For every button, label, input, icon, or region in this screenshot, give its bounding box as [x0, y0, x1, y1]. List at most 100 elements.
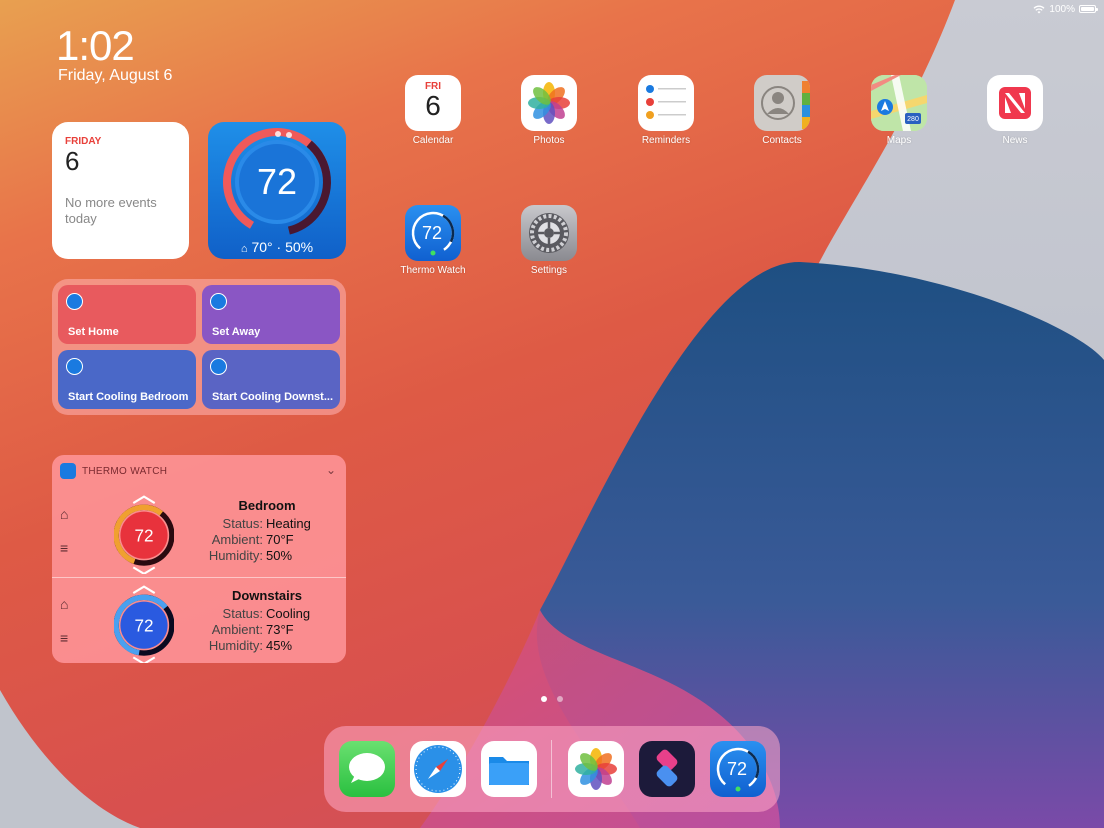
dock-messages[interactable] [339, 741, 395, 797]
bedroom-dial[interactable]: 72 [114, 490, 174, 574]
app-label: Maps [886, 135, 912, 146]
clock: 1:02 [56, 22, 135, 69]
room-row-downstairs[interactable]: ⌂ ≡ 72 Downstairs Status: Cooling Ambient… [52, 577, 346, 663]
app-maps[interactable]: 280 Maps [859, 75, 939, 146]
calendar-widget-note: No more events today [65, 195, 157, 226]
app-settings[interactable]: Settings [509, 205, 589, 276]
shortcut-set-away[interactable]: Set Away [202, 285, 340, 344]
thermo-watch-icon: 72 [405, 205, 461, 261]
downstairs-info: Downstairs Status: Cooling Ambient: 73°F H… [192, 588, 342, 654]
ambient-label: Ambient: [211, 532, 263, 547]
news-icon [987, 75, 1043, 131]
widget-title: THERMO WATCH [82, 465, 168, 477]
thermo-widget-footer: ⌂ 70° · 50% [208, 239, 346, 255]
room-name: Bedroom [238, 498, 296, 513]
thermo-icon-temp: 72 [422, 223, 442, 243]
separator: · [276, 239, 282, 255]
folder-icon [489, 757, 529, 785]
chevron-down-icon[interactable]: ⌄ [326, 463, 336, 477]
humidity-label: Humidity: [208, 638, 263, 653]
app-news[interactable]: News [975, 75, 1055, 146]
calendar-widget[interactable]: FRIDAY 6 No more events today [52, 122, 189, 259]
shortcuts-widget: Set Home Set Away Start Cooling Bedroom … [52, 279, 346, 415]
thermo-watch-icon [66, 358, 83, 375]
status-value: Cooling [266, 606, 311, 621]
home-icon[interactable]: ⌂ [60, 506, 68, 522]
humidity-value: 50% [266, 548, 293, 563]
app-thermo-watch[interactable]: 72 Thermo Watch [393, 205, 473, 276]
status-label: Status: [222, 606, 263, 621]
battery-percentage: 100% [1049, 3, 1075, 15]
app-calendar[interactable]: FRI 6 Calendar [393, 75, 473, 146]
thermo-watch-widget[interactable]: 72 ⌂ 70° · 50% [208, 122, 346, 259]
app-label: Contacts [762, 135, 802, 146]
room-name: Downstairs [231, 588, 303, 603]
gear-icon [521, 205, 577, 261]
layers-icon[interactable]: ≡ [60, 630, 68, 646]
dock-separator [551, 740, 552, 798]
app-reminders[interactable]: Reminders [626, 75, 706, 146]
calendar-widget-date: 6 [65, 146, 80, 176]
app-contacts[interactable]: Contacts [742, 75, 822, 146]
layers-icon[interactable]: ≡ [60, 540, 68, 556]
shortcuts-icon [656, 749, 678, 787]
photos-icon [521, 75, 577, 131]
page-dot[interactable] [557, 696, 563, 702]
battery-icon [1079, 5, 1098, 13]
shortcut-start-cooling-bedroom[interactable]: Start Cooling Bedroom [58, 350, 196, 409]
safari-icon [414, 745, 462, 793]
shortcut-label: Set Home [68, 326, 119, 338]
ambient-value: 73°F [266, 622, 294, 637]
thermo-watch-icon [210, 293, 227, 310]
home-icon: ⌂ [240, 243, 248, 255]
app-label: Settings [530, 265, 568, 276]
calendar-icon-date: 6 [425, 90, 441, 121]
status-label: Status: [222, 516, 263, 531]
page-indicator[interactable] [541, 696, 563, 702]
thermo-watch-icon [60, 463, 76, 479]
dock-files[interactable] [481, 741, 537, 797]
calendar-icon: FRI 6 [405, 75, 461, 131]
page-dot[interactable] [541, 696, 547, 702]
app-photos[interactable]: Photos [509, 75, 589, 146]
dock-shortcuts[interactable] [639, 741, 695, 797]
calendar-widget-day: FRIDAY [65, 136, 102, 147]
humidity-value: 45% [266, 638, 293, 653]
dock-safari[interactable] [410, 741, 466, 797]
thermo-watch-icon: 72 [716, 747, 760, 792]
maps-route-badge: 280 [907, 116, 919, 123]
shortcut-label: Start Cooling Downst... [212, 391, 333, 403]
bedroom-info: Bedroom Status: Heating Ambient: 70°F Humi… [192, 498, 342, 564]
shortcut-start-cooling-downstairs[interactable]: Start Cooling Downst... [202, 350, 340, 409]
ambient-label: Ambient: [211, 622, 263, 637]
maps-icon: 280 [871, 75, 927, 131]
dock-photos[interactable] [568, 741, 624, 797]
home-icon[interactable]: ⌂ [60, 596, 68, 612]
shortcut-label: Set Away [212, 326, 261, 338]
downstairs-dial[interactable]: 72 [114, 580, 174, 663]
messages-icon [349, 753, 385, 783]
thermostat-dial: 72 [223, 128, 331, 236]
date: Friday, August 6 [58, 67, 173, 84]
status-value: Heating [266, 516, 311, 531]
wifi-icon [1033, 5, 1045, 13]
widget-header: THERMO WATCH [60, 463, 167, 479]
dock: 72 [324, 726, 780, 812]
app-label: Calendar [412, 135, 454, 146]
ambient-value: 70°F [266, 532, 294, 547]
app-label: Reminders [641, 135, 691, 146]
app-label: Photos [533, 135, 565, 146]
downstairs-temp: 72 [134, 616, 153, 636]
humidity-label: Humidity: [208, 548, 263, 563]
shortcut-label: Start Cooling Bedroom [68, 391, 189, 403]
contacts-icon [754, 75, 810, 131]
thermo-watch-icon [210, 358, 227, 375]
thermo-watch-large-widget: THERMO WATCH ⌄ ⌂ ≡ 72 Bedroom Status: Hea… [52, 455, 346, 663]
status-bar: 100% [1033, 2, 1098, 16]
app-label: News [1002, 135, 1028, 146]
app-label: Thermo Watch [400, 265, 466, 276]
thermo-widget-humidity: 50% [285, 239, 314, 255]
shortcut-set-home[interactable]: Set Home [58, 285, 196, 344]
room-row-bedroom[interactable]: ⌂ ≡ 72 Bedroom Status: Heating Ambient: 70… [52, 488, 346, 576]
dock-thermo-watch[interactable]: 72 [710, 741, 766, 797]
